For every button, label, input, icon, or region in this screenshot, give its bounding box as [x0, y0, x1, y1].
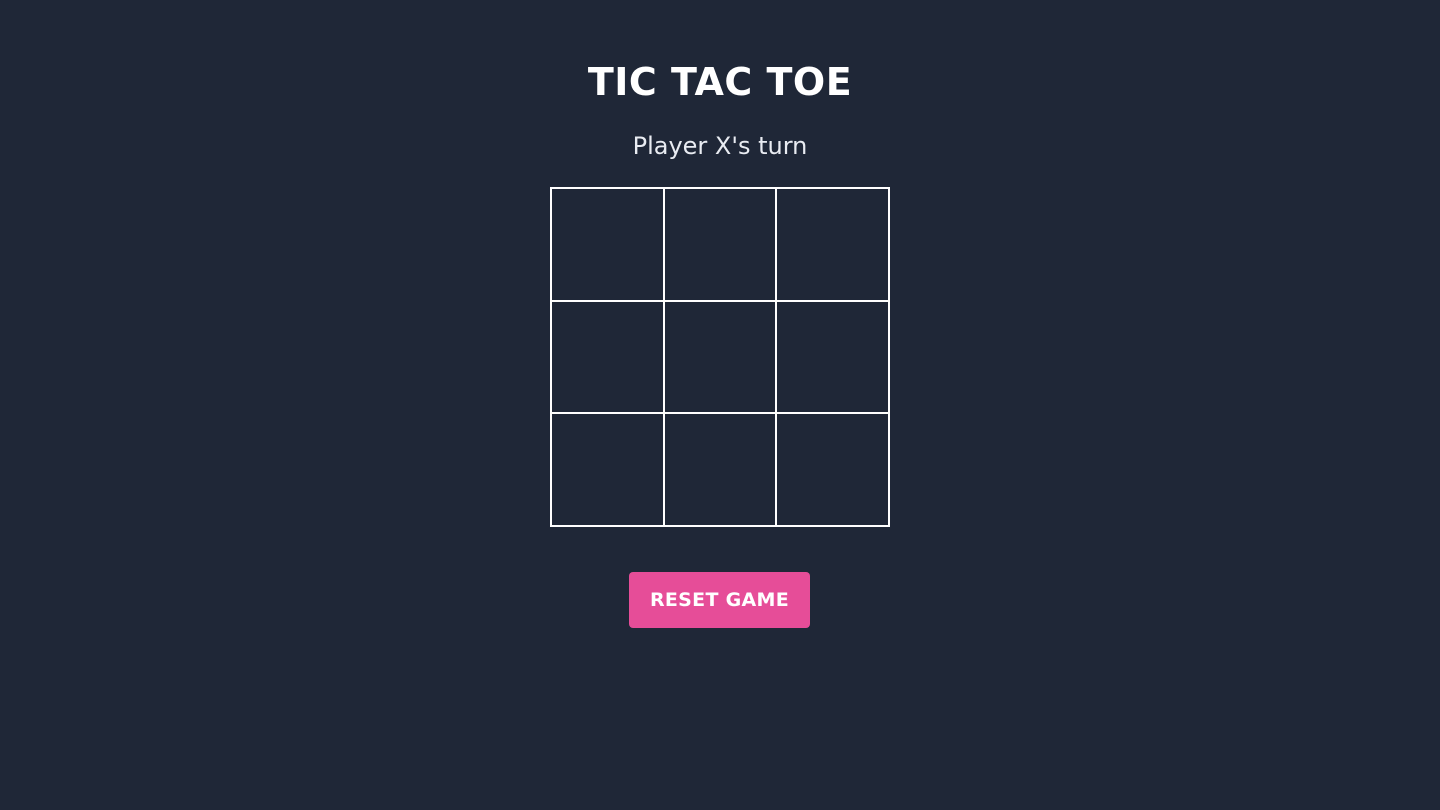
- board-cell-7[interactable]: [551, 413, 664, 526]
- board-cell-8[interactable]: [663, 413, 777, 526]
- turn-status: Player X's turn: [632, 132, 808, 160]
- board-cell-6[interactable]: [776, 300, 889, 414]
- board-cell-9[interactable]: [776, 413, 889, 526]
- board-cell-5[interactable]: [663, 300, 777, 414]
- board-cell-3[interactable]: [776, 188, 889, 301]
- board-cell-2[interactable]: [663, 188, 777, 301]
- game-title: TIC TAC TOE: [587, 60, 853, 105]
- game-board: [550, 187, 890, 527]
- game-page: TIC TAC TOE Player X's turn RESET GAME: [0, 0, 1440, 810]
- reset-game-button[interactable]: RESET GAME: [629, 572, 810, 628]
- board-cell-4[interactable]: [551, 300, 664, 414]
- board-cell-1[interactable]: [551, 188, 664, 301]
